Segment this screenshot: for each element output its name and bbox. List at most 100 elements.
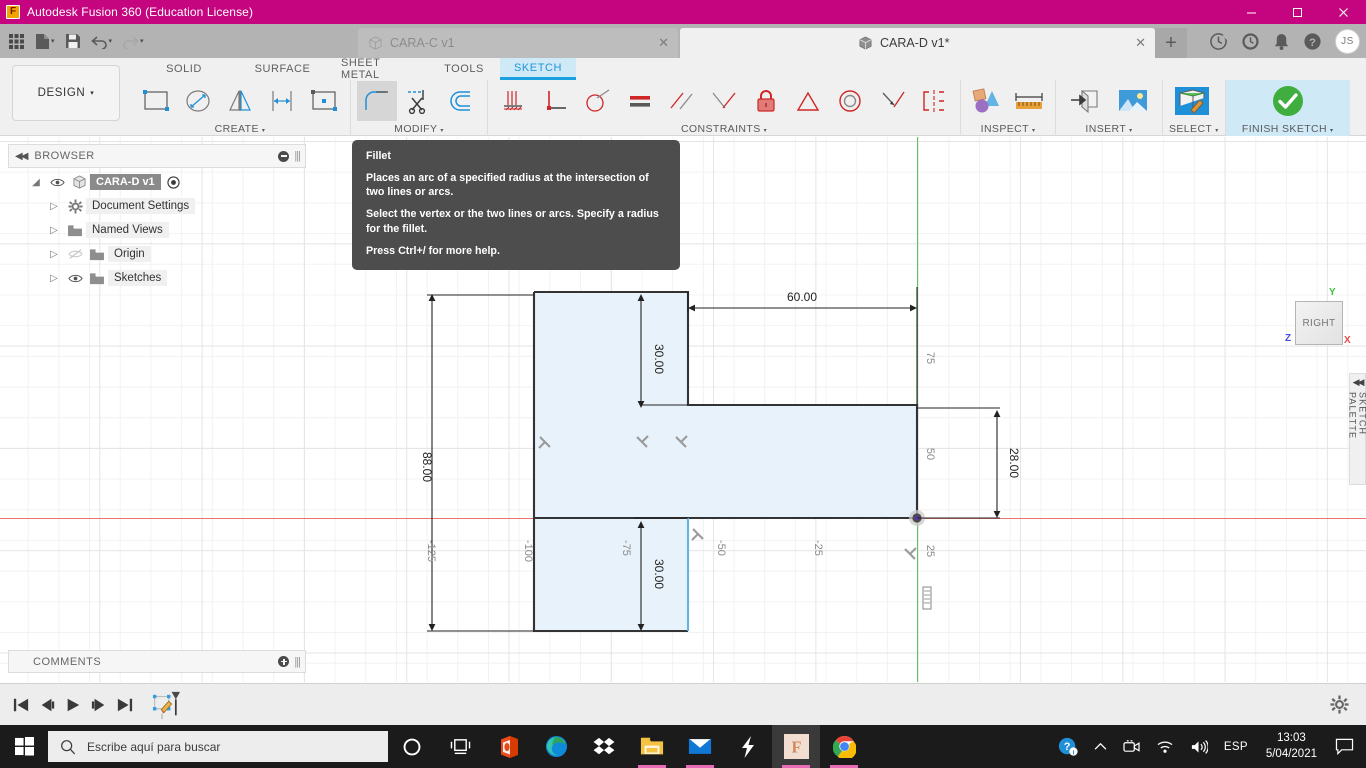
ribbon-tab-solid[interactable]: SOLID xyxy=(130,58,238,80)
visibility-eye-icon[interactable] xyxy=(46,177,68,188)
perpendicular-constraint[interactable] xyxy=(704,81,744,121)
ribbon-tab-sheet-metal[interactable]: SHEET METAL xyxy=(327,58,428,80)
collinear-constraint[interactable] xyxy=(872,81,912,121)
document-tab-cara-d[interactable]: CARA-D v1* ✕ xyxy=(680,28,1155,58)
bell-icon[interactable] xyxy=(1273,32,1290,51)
comments-panel-header[interactable]: COMMENTS ||| xyxy=(8,650,306,673)
browser-grip-icon[interactable]: ||| xyxy=(294,150,300,162)
camera-icon[interactable] xyxy=(1115,725,1148,768)
sketch-palette-panel[interactable]: ◀◀ SKETCH PALETTE xyxy=(1349,373,1366,485)
measure-tool[interactable] xyxy=(1009,81,1049,121)
cortana-icon[interactable] xyxy=(388,725,436,768)
tangent-constraint[interactable] xyxy=(578,81,618,121)
tree-node-cara-d[interactable]: ◢ CARA-D v1 xyxy=(8,170,306,194)
ribbon-tab-tools[interactable]: TOOLS xyxy=(428,58,500,80)
undo-button[interactable]: ▾ xyxy=(87,28,117,54)
panel-label-modify[interactable]: MODIFY▾ xyxy=(357,122,481,136)
taskbar-clock[interactable]: 13:03 5/04/2021 xyxy=(1256,731,1327,762)
coincident-constraint[interactable] xyxy=(536,81,576,121)
panel-label-finish-sketch[interactable]: FINISH SKETCH▾ xyxy=(1232,122,1344,136)
google-chrome-icon[interactable] xyxy=(820,725,868,768)
ribbon-tab-surface[interactable]: SURFACE xyxy=(238,58,327,80)
chevron-down-icon[interactable]: ▾ xyxy=(140,37,144,45)
dropbox-icon[interactable] xyxy=(580,725,628,768)
browser-collapse-all-icon[interactable] xyxy=(278,151,289,162)
timeline-step-forward-button[interactable] xyxy=(86,692,112,718)
fix-unfix-constraint[interactable] xyxy=(746,81,786,121)
volume-icon[interactable] xyxy=(1182,725,1216,768)
midpoint-constraint[interactable] xyxy=(788,81,828,121)
new-tab-button[interactable]: + xyxy=(1155,28,1187,58)
help-icon[interactable]: ? xyxy=(1303,32,1322,51)
workspace-selector[interactable]: DESIGN ▾ xyxy=(12,65,120,121)
panel-label-create[interactable]: CREATE▾ xyxy=(136,122,344,136)
equal-constraint[interactable] xyxy=(620,81,660,121)
offset-tool[interactable] xyxy=(262,81,302,121)
activate-component-icon[interactable] xyxy=(167,176,180,189)
show-data-panel-button[interactable] xyxy=(4,28,29,54)
insert-derive-tool[interactable] xyxy=(1062,81,1108,121)
taskbar-search-box[interactable]: Escribe aquí para buscar xyxy=(48,731,388,762)
wifi-icon[interactable] xyxy=(1148,725,1182,768)
fillet-tool[interactable] xyxy=(357,81,397,121)
lightning-app-icon[interactable] xyxy=(724,725,772,768)
panel-label-select[interactable]: SELECT▾ xyxy=(1169,122,1219,136)
offset-modify-tool[interactable] xyxy=(441,81,481,121)
timeline-go-start-button[interactable] xyxy=(8,692,34,718)
tab-close-icon[interactable]: ✕ xyxy=(1135,35,1146,51)
file-explorer-icon[interactable] xyxy=(628,725,676,768)
view-cube-face[interactable]: RIGHT xyxy=(1295,301,1343,345)
tree-node-sketches[interactable]: ▷ Sketches xyxy=(8,266,306,290)
recent-clock-icon[interactable] xyxy=(1241,32,1260,51)
maximize-button[interactable] xyxy=(1274,0,1320,24)
panel-label-insert[interactable]: INSERT▾ xyxy=(1062,122,1156,136)
symmetry-constraint[interactable] xyxy=(914,81,954,121)
redo-button[interactable]: ▾ xyxy=(118,28,148,54)
visibility-eye-off-icon[interactable] xyxy=(64,248,86,260)
rectangle-tool[interactable] xyxy=(136,81,176,121)
new-file-button[interactable]: ▾ xyxy=(31,28,59,54)
collapse-icon[interactable]: ◀◀ xyxy=(1353,377,1363,388)
collapse-icon[interactable]: ◀◀ xyxy=(15,151,26,162)
chevron-down-icon[interactable]: ▾ xyxy=(109,37,113,45)
timeline-settings-button[interactable] xyxy=(1326,692,1352,718)
tab-close-icon[interactable]: ✕ xyxy=(658,35,669,51)
tree-node-document-settings[interactable]: ▷ Document Settings xyxy=(8,194,306,218)
user-avatar[interactable]: JS xyxy=(1335,29,1360,54)
question-badge-icon[interactable]: ?i xyxy=(1050,725,1086,768)
save-button[interactable] xyxy=(61,28,85,54)
notification-icon[interactable] xyxy=(1327,725,1362,768)
show-hidden-icons-chevron[interactable] xyxy=(1086,725,1115,768)
timeline-step-back-button[interactable] xyxy=(34,692,60,718)
rectangular-pattern-tool[interactable] xyxy=(304,81,344,121)
task-view-icon[interactable] xyxy=(436,725,484,768)
insert-canvas-tool[interactable] xyxy=(1110,81,1156,121)
concentric-constraint[interactable] xyxy=(830,81,870,121)
expand-arrow-icon[interactable]: ▷ xyxy=(44,249,64,260)
language-indicator[interactable]: ESP xyxy=(1216,725,1256,768)
finish-sketch-tool[interactable] xyxy=(1265,81,1311,121)
expand-arrow-icon[interactable]: ◢ xyxy=(26,177,46,188)
minimize-button[interactable] xyxy=(1228,0,1274,24)
trim-tool[interactable] xyxy=(399,81,439,121)
horizontal-vertical-constraint[interactable] xyxy=(494,81,534,121)
office-icon[interactable] xyxy=(484,725,532,768)
chevron-down-icon[interactable]: ▾ xyxy=(51,37,55,45)
microsoft-edge-icon[interactable] xyxy=(532,725,580,768)
job-status-icon[interactable] xyxy=(1209,32,1228,51)
tree-node-named-views[interactable]: ▷ Named Views xyxy=(8,218,306,242)
add-comment-icon[interactable] xyxy=(278,656,289,667)
inspect-tool[interactable] xyxy=(967,81,1007,121)
view-cube[interactable]: RIGHT Y X Z xyxy=(1285,287,1361,357)
expand-arrow-icon[interactable]: ▷ xyxy=(44,225,64,236)
timeline-play-button[interactable] xyxy=(60,692,86,718)
timeline-go-end-button[interactable] xyxy=(112,692,138,718)
ellipse-tool[interactable] xyxy=(178,81,218,121)
mirror-tool[interactable] xyxy=(220,81,260,121)
parallel-constraint[interactable] xyxy=(662,81,702,121)
comments-grip-icon[interactable]: ||| xyxy=(294,656,300,668)
expand-arrow-icon[interactable]: ▷ xyxy=(44,273,64,284)
panel-label-constraints[interactable]: CONSTRAINTS▾ xyxy=(494,122,954,136)
panel-label-inspect[interactable]: INSPECT▾ xyxy=(967,122,1049,136)
visibility-eye-icon[interactable] xyxy=(64,273,86,284)
